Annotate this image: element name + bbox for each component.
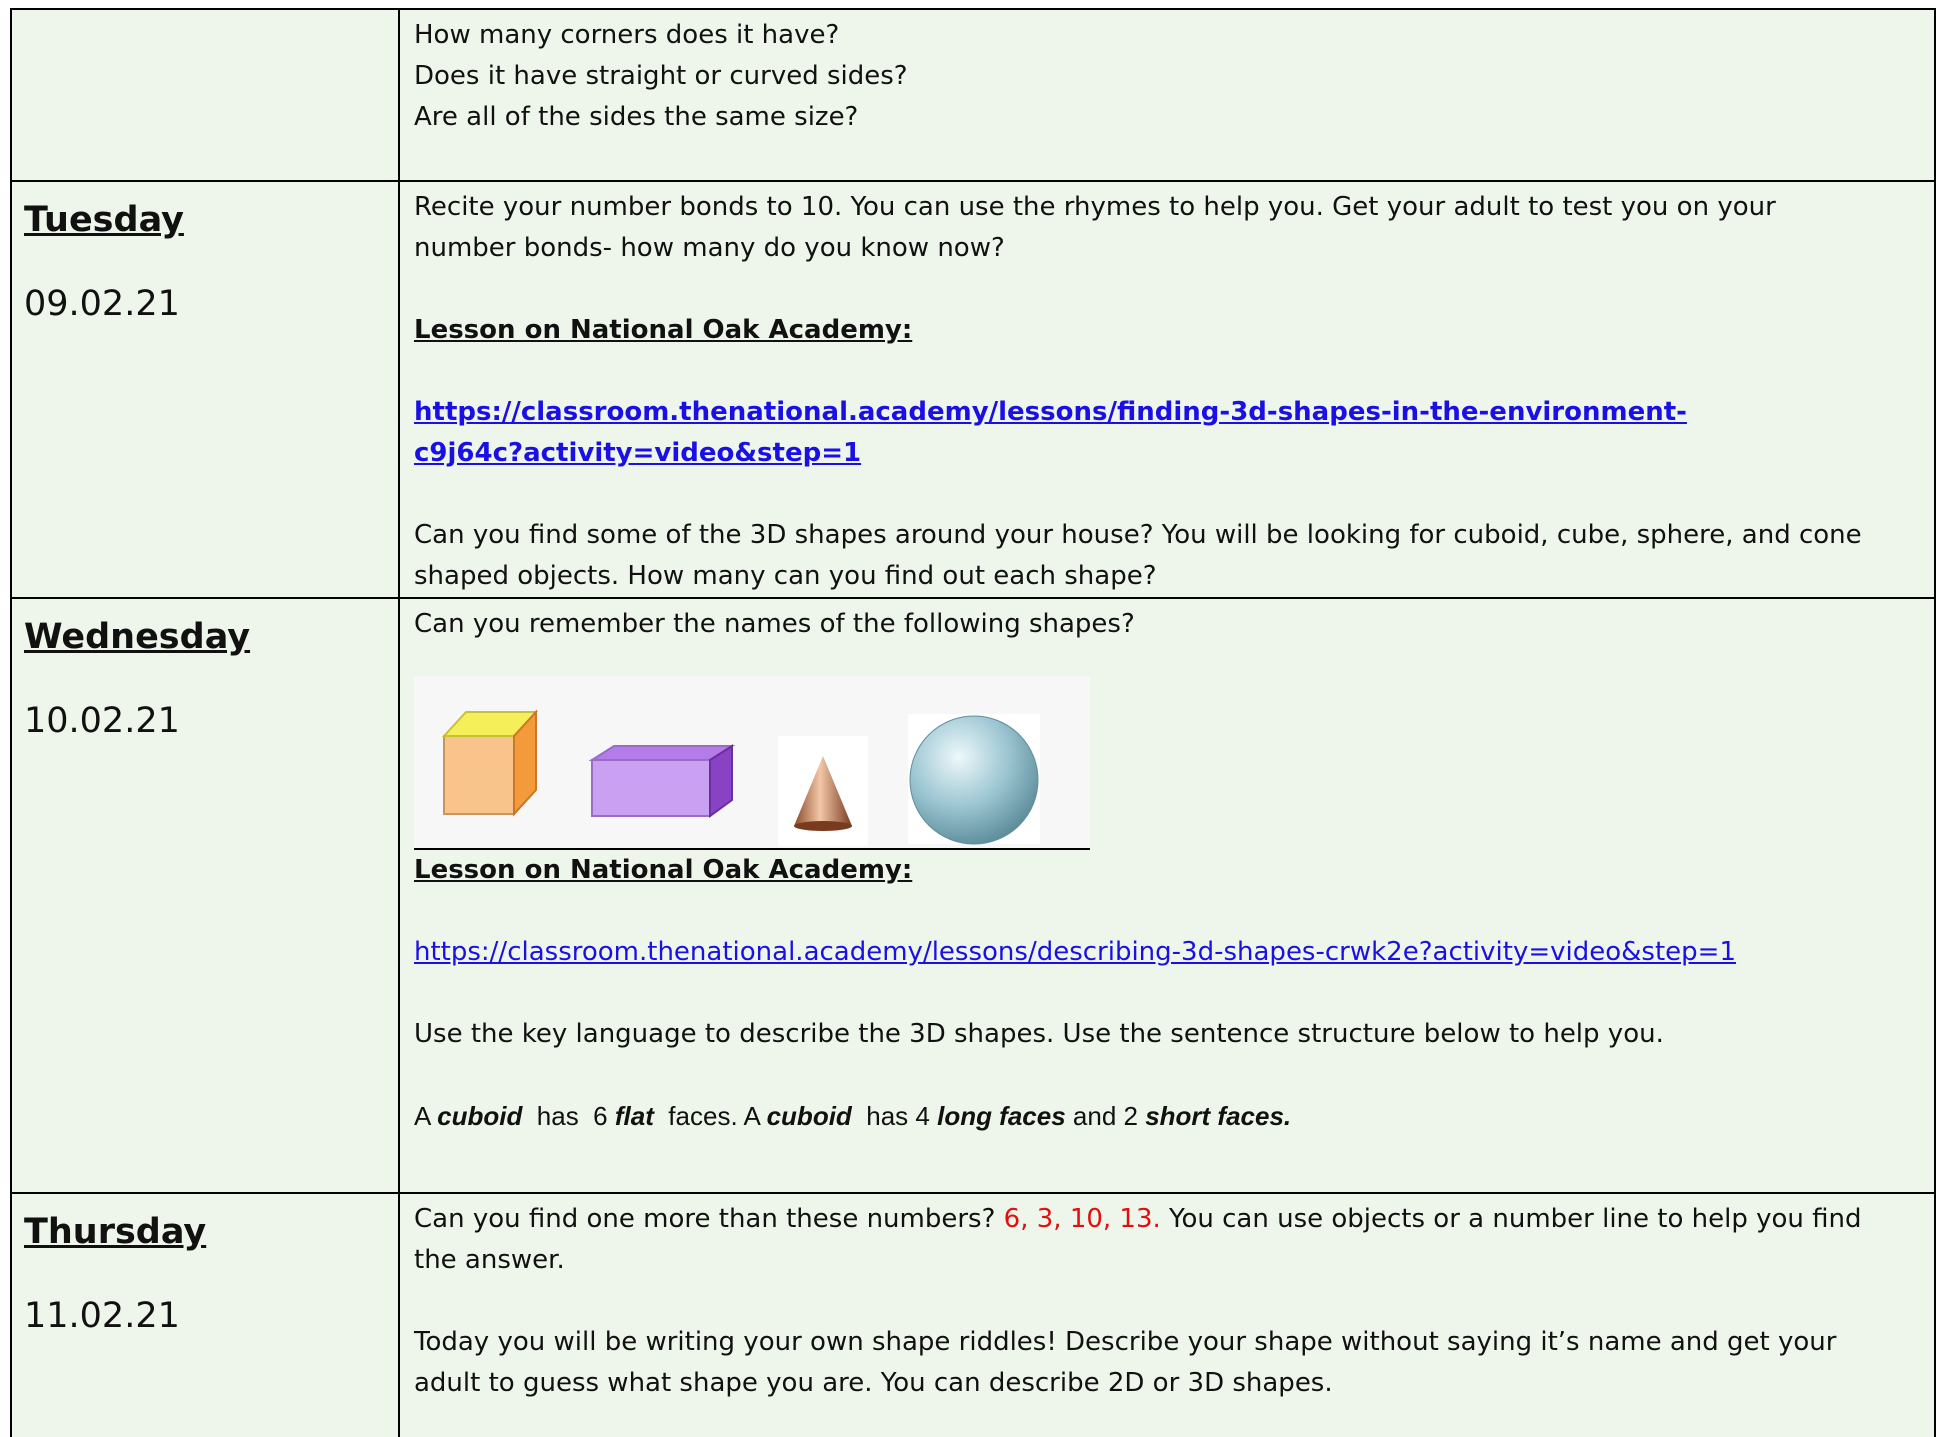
day-date: 09.02.21 — [24, 284, 180, 324]
cuboid-icon — [588, 744, 736, 818]
day-cell-tuesday: Tuesday 09.02.21 — [10, 180, 400, 599]
lesson-link[interactable]: c9j64c?activity=video&step=1 — [414, 438, 861, 468]
lesson-heading: Lesson on National Oak Academy: — [414, 855, 913, 885]
sphere-icon — [908, 714, 1040, 845]
task-text: shaped objects. How many can you find ou… — [414, 561, 1157, 591]
cube-icon — [441, 709, 539, 817]
question-text: Can you find one more than these numbers… — [414, 1204, 1862, 1234]
content-cell: Can you find one more than these numbers… — [398, 1192, 1936, 1437]
table-row: Wednesday 10.02.21 Can you remember the … — [10, 597, 1936, 1194]
question-line: How many corners does it have? — [414, 20, 840, 50]
lesson-link[interactable]: https://classroom.thenational.academy/le… — [414, 397, 1687, 427]
day-cell-thursday: Thursday 11.02.21 — [10, 1192, 400, 1437]
instruction-text: Use the key language to describe the 3D … — [414, 1019, 1664, 1049]
day-name: Thursday — [24, 1212, 207, 1252]
shapes-image — [414, 676, 1090, 850]
content-cell: How many corners does it have? Does it h… — [398, 8, 1936, 182]
lesson-link[interactable]: https://classroom.thenational.academy/le… — [414, 937, 1736, 967]
sentence-structure: A cuboid has 6 flat faces. A cuboid has … — [414, 1101, 1292, 1131]
day-date: 11.02.21 — [24, 1296, 180, 1336]
question-text: the answer. — [414, 1245, 565, 1275]
instruction-text: number bonds- how many do you know now? — [414, 233, 1005, 263]
day-date: 10.02.21 — [24, 701, 180, 741]
instruction-text: Can you remember the names of the follow… — [414, 609, 1135, 639]
riddle-text: adult to guess what shape you are. You c… — [414, 1368, 1333, 1398]
content-cell: Can you remember the names of the follow… — [398, 597, 1936, 1194]
riddle-text: Today you will be writing your own shape… — [414, 1327, 1837, 1357]
table-row: Thursday 11.02.21 Can you find one more … — [10, 1192, 1936, 1437]
cone-icon — [778, 736, 868, 846]
task-text: Can you find some of the 3D shapes aroun… — [414, 520, 1862, 550]
day-cell-wednesday: Wednesday 10.02.21 — [10, 597, 400, 1194]
content-cell: Recite your number bonds to 10. You can … — [398, 180, 1936, 599]
weekly-plan-table: How many corners does it have? Does it h… — [10, 8, 1936, 1437]
day-cell-continued — [10, 8, 400, 182]
instruction-text: Recite your number bonds to 10. You can … — [414, 192, 1776, 222]
lesson-heading: Lesson on National Oak Academy: — [414, 315, 913, 345]
day-name: Wednesday — [24, 617, 251, 657]
day-name: Tuesday — [24, 200, 184, 240]
question-line: Are all of the sides the same size? — [414, 102, 859, 132]
table-row: How many corners does it have? Does it h… — [10, 8, 1936, 182]
table-row: Tuesday 09.02.21 Recite your number bond… — [10, 180, 1936, 599]
question-line: Does it have straight or curved sides? — [414, 61, 908, 91]
